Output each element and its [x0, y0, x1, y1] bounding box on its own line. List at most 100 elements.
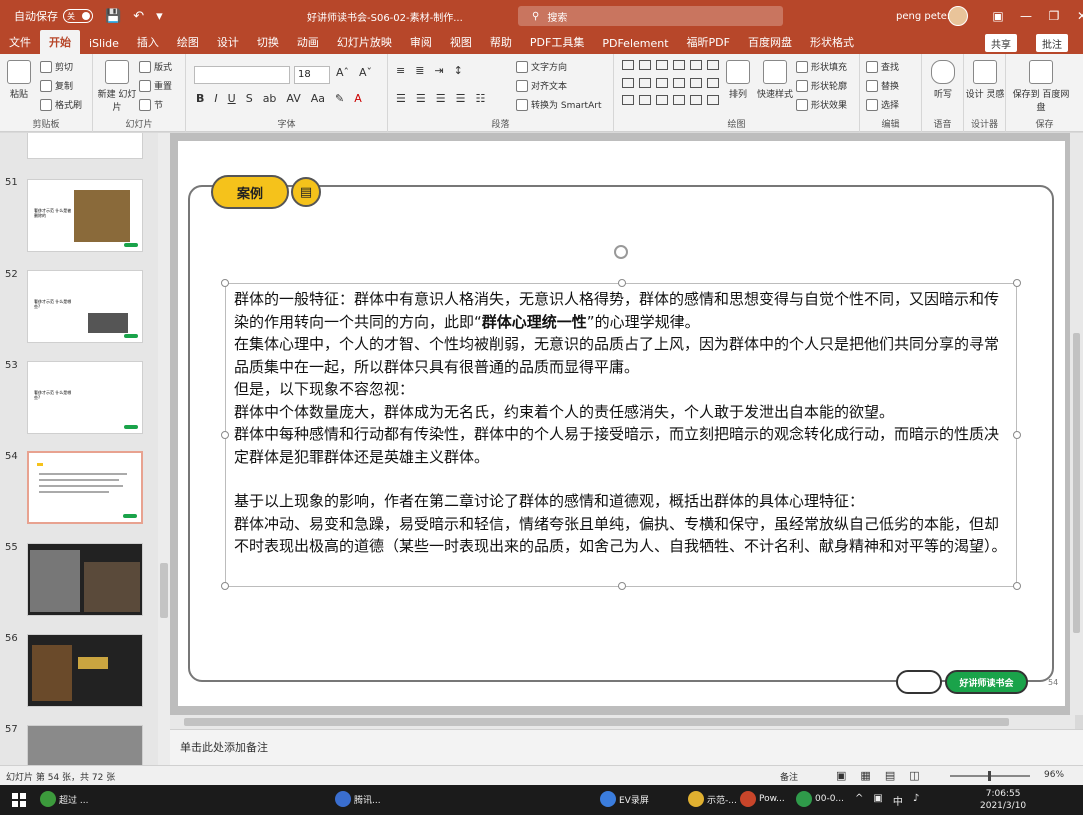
tab-11[interactable]: 帮助: [481, 34, 521, 54]
thumbnail-51[interactable]: 奢侈才示范 什么是被删除的: [27, 179, 143, 252]
underline-icon[interactable]: U: [228, 92, 236, 105]
shape-outline-button[interactable]: 形状轮廓: [796, 79, 847, 92]
text-direction-button[interactable]: 文字方向: [516, 60, 567, 73]
share-button[interactable]: 共享: [985, 34, 1017, 52]
tab-12[interactable]: PDF工具集: [521, 34, 593, 54]
search-box[interactable]: ⚲ 搜索: [518, 6, 783, 26]
thumbnail-scrollbar[interactable]: [158, 133, 170, 765]
columns-icon[interactable]: ☷: [476, 92, 486, 105]
save-icon[interactable]: 💾: [105, 9, 121, 24]
spacing-icon[interactable]: AV: [286, 92, 300, 105]
thumbnail-scroll-thumb[interactable]: [160, 563, 168, 618]
zoom-slider[interactable]: [950, 771, 1030, 781]
restore-icon[interactable]: ❐: [1040, 9, 1068, 23]
reading-view-icon[interactable]: ▤: [885, 769, 895, 782]
shapes-gallery[interactable]: [622, 60, 719, 110]
rotate-handle[interactable]: [614, 245, 628, 259]
notes-button[interactable]: 备注: [780, 770, 798, 783]
resize-handle-br[interactable]: [1013, 582, 1021, 590]
highlight-icon[interactable]: ✎: [335, 92, 344, 105]
avatar[interactable]: [948, 6, 968, 26]
shadow-icon[interactable]: S: [246, 92, 253, 105]
cut-button[interactable]: 剪切: [40, 60, 73, 73]
notes-pane[interactable]: 单击此处添加备注: [170, 729, 1083, 765]
slide-canvas[interactable]: 案例 ▤ 群体的一般特征：群体中有意识人格消失，无意识人格得势，群体的感情和思想…: [178, 141, 1065, 706]
document-title[interactable]: 好讲师读书会-S06-02-素材-制作...: [307, 9, 463, 24]
minimize-icon[interactable]: —: [1012, 9, 1040, 23]
tab-9[interactable]: 审阅: [401, 34, 441, 54]
taskbar-item[interactable]: 腾讯...: [335, 791, 381, 807]
align-text-button[interactable]: 对齐文本: [516, 79, 567, 92]
tab-8[interactable]: 幻灯片放映: [328, 34, 401, 54]
align-center-icon[interactable]: ☰: [416, 92, 426, 105]
clock[interactable]: 7:06:55 2021/3/10: [980, 788, 1026, 812]
thumbnail-50[interactable]: [27, 133, 143, 159]
italic-icon[interactable]: I: [214, 92, 217, 105]
tab-16[interactable]: 形状格式: [801, 34, 863, 54]
format-painter-button[interactable]: 格式刷: [40, 98, 82, 111]
user-name[interactable]: peng peter: [896, 11, 951, 22]
new-slide-button[interactable]: 新建 幻灯片: [97, 60, 137, 113]
copy-button[interactable]: 复制: [40, 79, 73, 92]
chevron-up-icon[interactable]: ^: [855, 793, 863, 808]
ribbon-display-icon[interactable]: ▣: [984, 9, 1012, 23]
tab-13[interactable]: PDFelement: [593, 37, 677, 54]
tab-2[interactable]: iSlide: [80, 37, 128, 54]
tab-7[interactable]: 动画: [288, 34, 328, 54]
shrink-font-icon[interactable]: Aˇ: [359, 66, 372, 79]
quick-styles-button[interactable]: 快速样式: [754, 60, 796, 100]
align-right-icon[interactable]: ☰: [436, 92, 446, 105]
justify-icon[interactable]: ☰: [456, 92, 466, 105]
thumbnail-56[interactable]: [27, 634, 143, 707]
close-icon[interactable]: ✕: [1068, 9, 1083, 23]
editor-vertical-scrollbar[interactable]: [1070, 133, 1083, 715]
section-button[interactable]: 节: [139, 98, 163, 111]
grow-font-icon[interactable]: Aˆ: [336, 66, 349, 79]
tab-4[interactable]: 绘图: [168, 34, 208, 54]
arrange-button[interactable]: 排列: [722, 60, 754, 100]
tab-0[interactable]: 文件: [0, 34, 40, 54]
taskbar-item[interactable]: 00-0...: [796, 791, 844, 807]
resize-handle-mr[interactable]: [1013, 431, 1021, 439]
tab-6[interactable]: 切换: [248, 34, 288, 54]
case-icon[interactable]: Aa: [311, 92, 325, 105]
ime-indicator[interactable]: 中: [893, 793, 903, 808]
tab-14[interactable]: 福昕PDF: [678, 34, 739, 54]
strikethrough-icon[interactable]: ab: [263, 92, 277, 105]
sorter-view-icon[interactable]: ▦: [860, 769, 870, 782]
thumbnail-53[interactable]: 奢侈才示范 什么是哪些?: [27, 361, 143, 434]
indent-icon[interactable]: ⇥: [434, 64, 443, 77]
thumbnail-52[interactable]: 奢侈才示范 什么是哪些?: [27, 270, 143, 343]
tab-15[interactable]: 百度网盘: [739, 34, 801, 54]
resize-handle-tl[interactable]: [221, 279, 229, 287]
select-button[interactable]: 选择: [866, 98, 899, 111]
smartart-button[interactable]: 转换为 SmartArt: [516, 98, 601, 111]
editor-horizontal-scroll-thumb[interactable]: [184, 718, 1009, 726]
taskbar-item[interactable]: EV录屏: [600, 791, 649, 807]
resize-handle-tr[interactable]: [1013, 279, 1021, 287]
body-text[interactable]: 群体的一般特征：群体中有意识人格消失，无意识人格得势，群体的感情和思想变得与自觉…: [234, 288, 1010, 558]
line-spacing-icon[interactable]: ↕: [454, 64, 463, 77]
tab-3[interactable]: 插入: [128, 34, 168, 54]
volume-icon[interactable]: ♪: [913, 793, 919, 808]
editor-vertical-scroll-thumb[interactable]: [1073, 333, 1080, 633]
thumbnail-57[interactable]: [27, 725, 143, 765]
resize-handle-bl[interactable]: [221, 582, 229, 590]
taskbar-item[interactable]: 示范-...: [688, 791, 737, 807]
numbering-icon[interactable]: ≣: [415, 64, 424, 77]
case-tag[interactable]: 案例: [211, 175, 289, 209]
save-baidu-button[interactable]: 保存到 百度网盘: [1011, 60, 1071, 113]
tab-5[interactable]: 设计: [208, 34, 248, 54]
design-ideas-button[interactable]: 设计 灵感: [965, 60, 1005, 100]
taskbar-item[interactable]: Pow...: [740, 791, 785, 807]
bullets-icon[interactable]: ≡: [396, 64, 405, 77]
font-size-select[interactable]: 18: [294, 66, 330, 84]
replace-button[interactable]: 替换: [866, 79, 899, 92]
align-left-icon[interactable]: ☰: [396, 92, 406, 105]
resize-handle-tc[interactable]: [618, 279, 626, 287]
thumbnail-54[interactable]: [27, 451, 143, 524]
slideshow-icon[interactable]: ◫: [909, 769, 919, 782]
font-color-icon[interactable]: A: [354, 92, 362, 105]
resize-handle-bc[interactable]: [618, 582, 626, 590]
resize-handle-ml[interactable]: [221, 431, 229, 439]
